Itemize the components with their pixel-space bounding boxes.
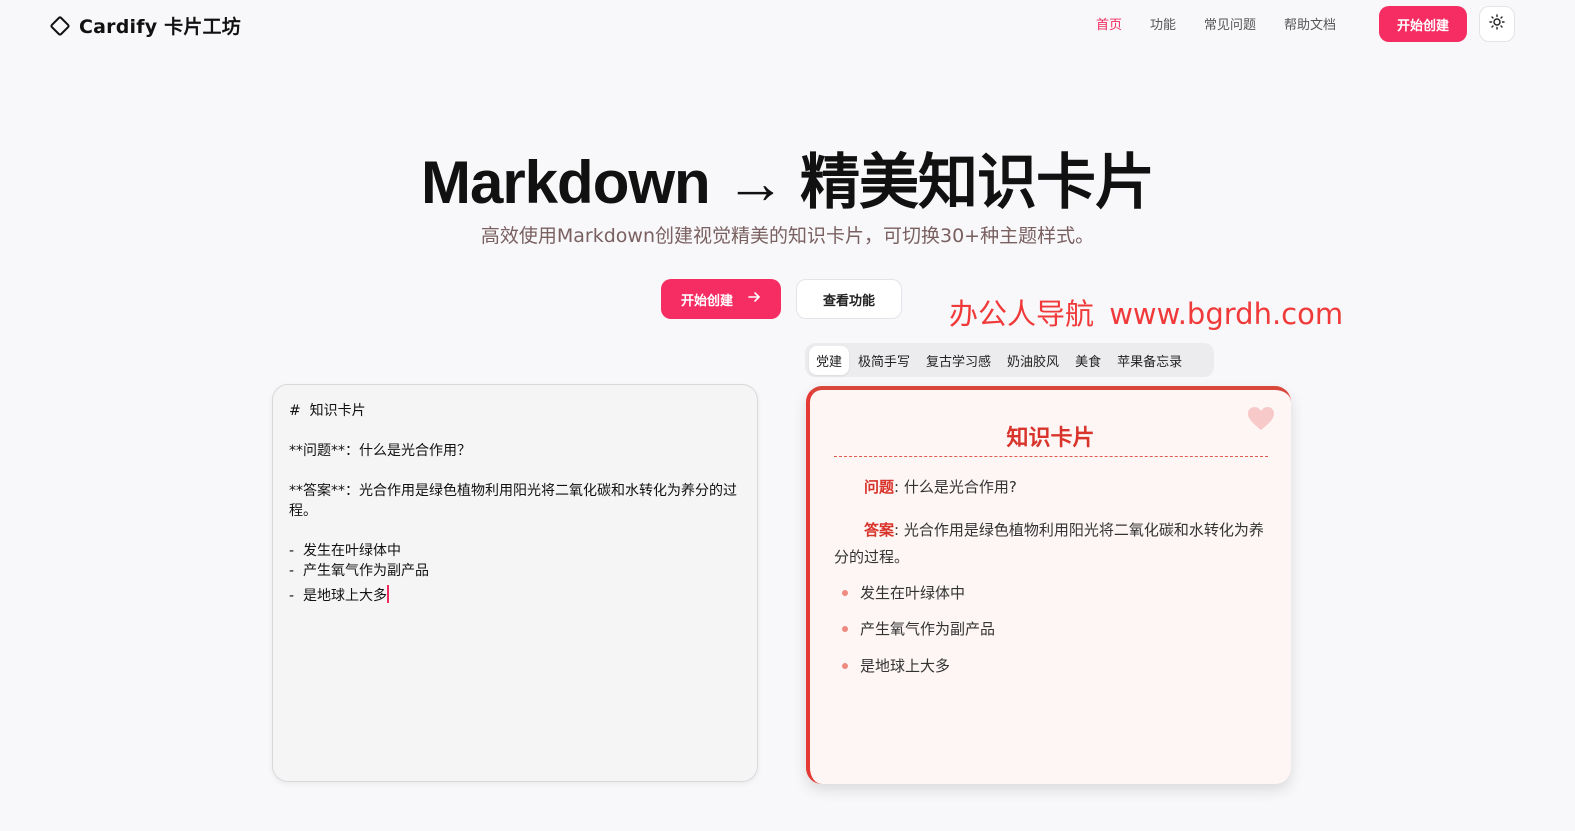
watermark-text: 办公人导航 www.bgrdh.com — [949, 297, 1344, 331]
card-bullet: 发生在叶绿体中 — [842, 582, 965, 603]
tab-theme-cream-glue[interactable]: 奶油胶风 — [1000, 346, 1066, 375]
nav-item-features[interactable]: 功能 — [1150, 14, 1176, 33]
bullet-text: 产生氧气作为副产品 — [860, 620, 996, 638]
bullet-dot-icon — [842, 625, 848, 632]
answer-text: : 光合作用是绿色植物利用阳光将二氧化碳和水转化为养分的过程。 — [834, 521, 1264, 566]
editor-line: - 产生氧气作为副产品 — [289, 563, 429, 579]
card-preview: 知识卡片 问题: 什么是光合作用? 答案: 光合作用是绿色植物利用阳光将二氧化碳… — [806, 386, 1291, 784]
card-bullet: 产生氧气作为副产品 — [842, 618, 995, 639]
start-create-button[interactable]: 开始创建 — [661, 279, 781, 319]
question-text: : 什么是光合作用? — [894, 478, 1017, 496]
editor-line: - 发生在叶绿体中 — [289, 543, 401, 559]
bullet-dot-icon — [842, 589, 848, 596]
card-bullet: 是地球上大多 — [842, 655, 950, 676]
tab-theme-food[interactable]: 美食 — [1068, 346, 1108, 375]
bullet-text: 发生在叶绿体中 — [860, 584, 966, 602]
tab-theme-apple-notes[interactable]: 苹果备忘录 — [1110, 346, 1189, 375]
header-start-button[interactable]: 开始创建 — [1379, 6, 1467, 42]
tab-theme-dangjian[interactable]: 党建 — [809, 345, 850, 375]
start-create-label: 开始创建 — [680, 293, 733, 309]
view-features-button[interactable]: 查看功能 — [796, 279, 902, 319]
text-caret — [386, 585, 389, 603]
top-header: Cardify 卡片工坊 首页 功能 常见问题 帮助文档 开始创建 — [0, 0, 1575, 50]
sun-icon — [1489, 14, 1505, 34]
logo-text: Cardify 卡片工坊 — [79, 16, 241, 38]
hero-subtitle: 高效使用Markdown创建视觉精美的知识卡片，可切换30+种主题样式。 — [480, 225, 1095, 247]
card-answer: 答案: 光合作用是绿色植物利用阳光将二氧化碳和水转化为养分的过程。 — [834, 517, 1274, 571]
main-nav: 首页 功能 常见问题 帮助文档 — [1096, 14, 1336, 33]
editor-line: # 知识卡片 — [289, 403, 366, 419]
bullet-dot-icon — [842, 662, 848, 669]
bullet-text: 是地球上大多 — [860, 657, 951, 675]
markdown-editor[interactable]: # 知识卡片 **问题**：什么是光合作用？ **答案**：光合作用是绿色植物利… — [272, 384, 758, 782]
question-label: 问题 — [864, 478, 895, 496]
tab-theme-minimal-handwriting[interactable]: 极简手写 — [851, 346, 917, 375]
editor-line: **答案**：光合作用是绿色植物利用阳光将二氧化碳和水转化为养分的过程。 — [289, 483, 737, 519]
hero-title: Markdown → 精美知识卡片 — [420, 149, 1155, 216]
nav-item-faq[interactable]: 常见问题 — [1204, 14, 1256, 33]
editor-last-line: - 是地球上大多 — [289, 585, 741, 606]
nav-item-docs[interactable]: 帮助文档 — [1284, 14, 1336, 33]
diamond-logo-icon — [49, 15, 71, 37]
arrow-right-icon — [747, 290, 761, 308]
editor-line-text: - 是地球上大多 — [289, 588, 387, 604]
card-divider — [834, 456, 1268, 457]
card-title: 知识卡片 — [1006, 426, 1095, 451]
theme-toggle-button[interactable] — [1479, 6, 1515, 42]
editor-line: **问题**：什么是光合作用？ — [289, 443, 471, 459]
nav-item-home[interactable]: 首页 — [1096, 14, 1122, 33]
tab-theme-retro-study[interactable]: 复古学习感 — [919, 346, 998, 375]
logo[interactable]: Cardify 卡片工坊 — [49, 12, 241, 39]
card-question: 问题: 什么是光合作用? — [834, 474, 1274, 501]
answer-label: 答案 — [864, 521, 895, 539]
theme-tabs: 党建 极简手写 复古学习感 奶油胶风 美食 苹果备忘录 — [805, 343, 1214, 377]
